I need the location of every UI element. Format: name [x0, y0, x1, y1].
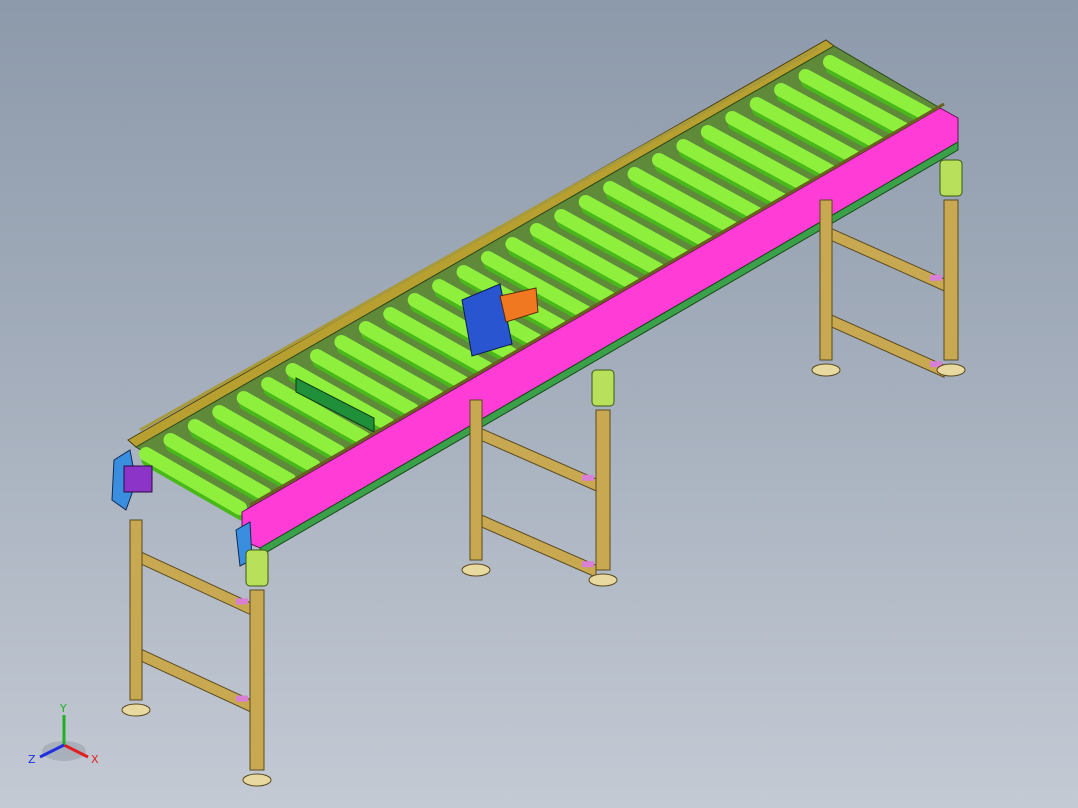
leveling-foot — [242, 773, 272, 787]
cross-beam — [141, 648, 251, 713]
leg-post-far — [129, 519, 143, 701]
cross-beam — [831, 228, 945, 292]
motor-box — [123, 465, 153, 493]
beam-brace — [582, 561, 594, 568]
beam-brace — [930, 274, 942, 281]
leveling-foot — [811, 363, 841, 377]
conveyor-model[interactable]: X Y Z — [0, 0, 1078, 808]
mounting-bracket — [939, 159, 963, 197]
view-triad[interactable]: X Y Z — [28, 702, 99, 766]
triad-x-label: X — [91, 753, 99, 766]
leg-post-far — [469, 399, 483, 561]
leveling-foot — [936, 363, 966, 377]
mounting-bracket — [591, 369, 615, 407]
leg-post-near — [595, 409, 611, 571]
mounting-bracket — [245, 549, 269, 587]
cad-viewport[interactable]: X Y Z — [0, 0, 1078, 808]
leveling-foot — [121, 703, 151, 717]
beam-brace — [236, 695, 248, 702]
beam-brace — [582, 474, 594, 481]
leg-post-far — [819, 199, 833, 361]
leveling-foot — [461, 563, 491, 577]
leveling-foot — [588, 573, 618, 587]
cross-beam — [831, 314, 945, 378]
roller-group — [139, 55, 939, 521]
cross-beam — [481, 514, 597, 578]
leg-post-near — [943, 199, 959, 361]
cross-beam — [481, 428, 597, 492]
triad-z-label: Z — [28, 753, 36, 766]
beam-brace — [236, 598, 248, 605]
triad-y-label: Y — [59, 702, 67, 715]
cross-beam — [141, 551, 251, 616]
leg-post-near — [249, 589, 265, 771]
